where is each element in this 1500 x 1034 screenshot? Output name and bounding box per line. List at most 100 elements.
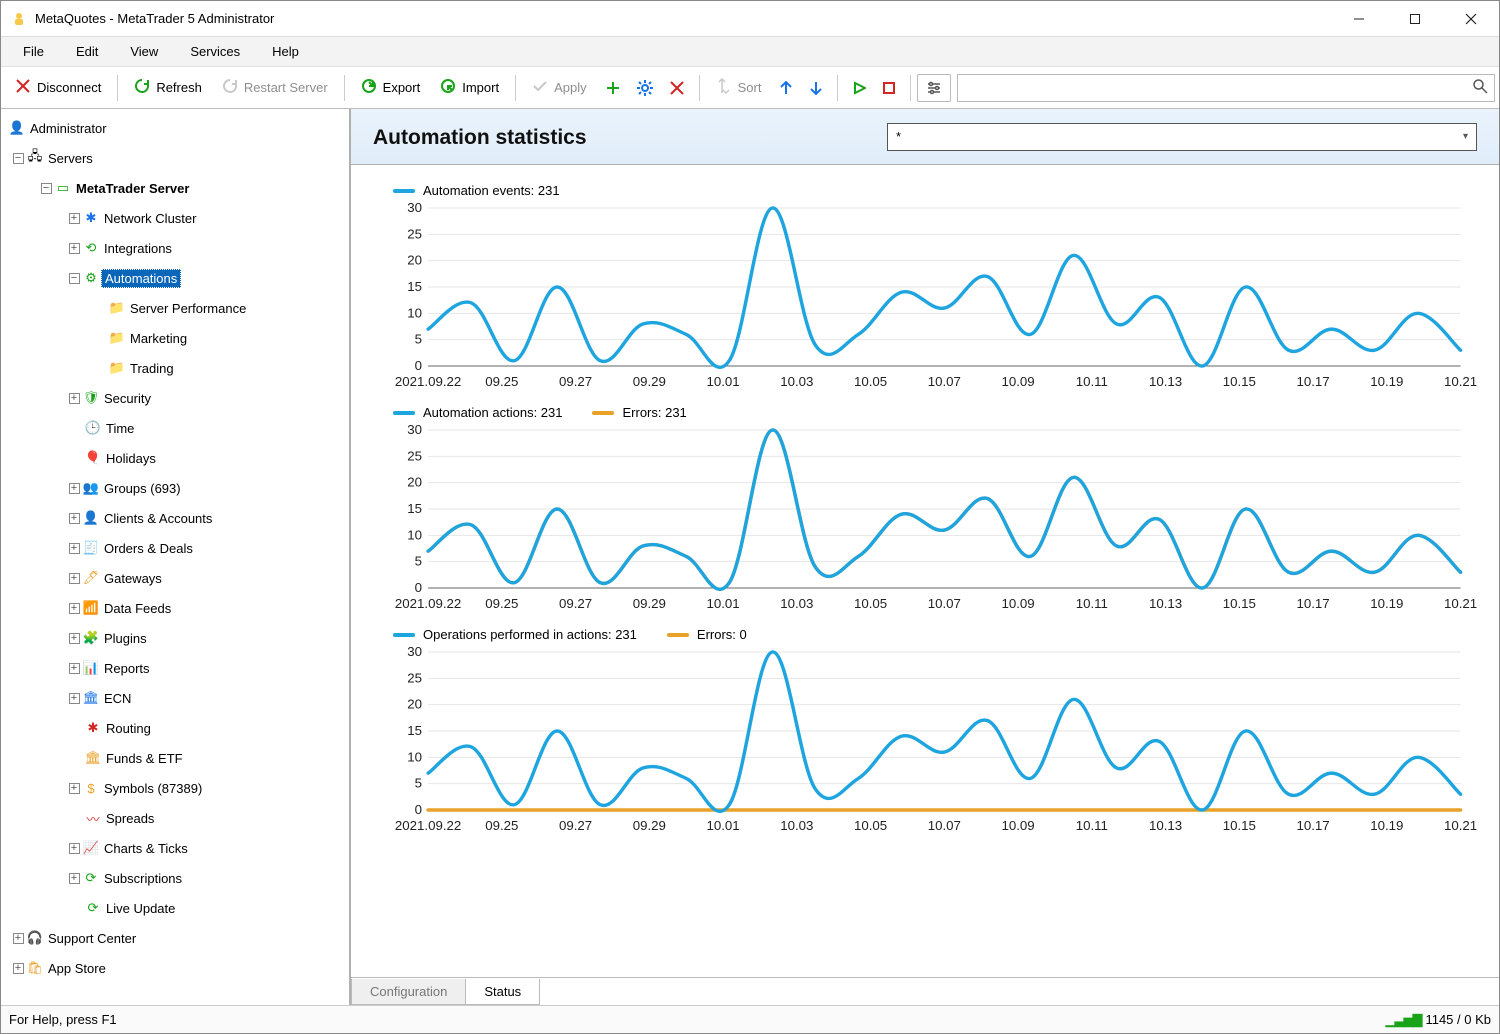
tree-label: Spreads: [103, 810, 157, 827]
move-down-button[interactable]: [801, 76, 831, 100]
run-button[interactable]: [844, 76, 874, 100]
tree-server-performance[interactable]: 📁Server Performance: [1, 293, 349, 323]
tree-network-cluster[interactable]: +✱Network Cluster: [1, 203, 349, 233]
check-icon: [532, 78, 548, 97]
expand-icon[interactable]: +: [67, 392, 81, 404]
cluster-icon: ✱: [81, 210, 101, 226]
routing-icon: ✱: [83, 720, 103, 736]
tree-security[interactable]: +🛡Security: [1, 383, 349, 413]
menu-view[interactable]: View: [114, 39, 174, 64]
toolbar: Disconnect Refresh Restart Server Export…: [1, 67, 1499, 109]
tree-plugins[interactable]: +🧩Plugins: [1, 623, 349, 653]
expand-icon[interactable]: +: [67, 482, 81, 494]
svg-text:10: 10: [407, 305, 422, 320]
maximize-button[interactable]: [1387, 1, 1443, 37]
close-button[interactable]: [1443, 1, 1499, 37]
expand-icon[interactable]: +: [67, 662, 81, 674]
svg-text:10.09: 10.09: [1001, 374, 1034, 389]
tree-support[interactable]: +🎧Support Center: [1, 923, 349, 953]
tree-time[interactable]: 🕒Time: [1, 413, 349, 443]
move-up-button[interactable]: [771, 76, 801, 100]
expand-icon[interactable]: +: [67, 632, 81, 644]
menu-file[interactable]: File: [7, 39, 60, 64]
expand-icon[interactable]: +: [11, 962, 25, 974]
svg-text:10.17: 10.17: [1296, 374, 1329, 389]
legend-item: Automation events: 231: [393, 183, 560, 198]
expand-icon[interactable]: +: [67, 572, 81, 584]
expand-icon[interactable]: +: [11, 932, 25, 944]
tree-charts[interactable]: +📈Charts & Ticks: [1, 833, 349, 863]
minimize-button[interactable]: [1331, 1, 1387, 37]
tab-status[interactable]: Status: [465, 979, 540, 1005]
svg-text:30: 30: [407, 646, 422, 659]
add-button[interactable]: [597, 75, 629, 101]
tree-holidays[interactable]: 🎈Holidays: [1, 443, 349, 473]
chart-block: Automation events: 2310510152025302021.0…: [377, 183, 1481, 395]
tree-marketing[interactable]: 📁Marketing: [1, 323, 349, 353]
expand-icon[interactable]: +: [67, 842, 81, 854]
search-box[interactable]: [957, 74, 1495, 102]
collapse-icon[interactable]: −: [67, 272, 81, 284]
tree-automations[interactable]: −⚙Automations: [1, 263, 349, 293]
tree-label: Time: [103, 420, 137, 437]
expand-icon[interactable]: +: [67, 512, 81, 524]
tree-groups[interactable]: +👥Groups (693): [1, 473, 349, 503]
disconnect-button[interactable]: Disconnect: [5, 73, 111, 102]
tree-label: Security: [101, 390, 154, 407]
delete-button[interactable]: [661, 75, 693, 101]
stop-button[interactable]: [874, 76, 904, 100]
navigation-tree[interactable]: 👤Administrator −🖧Servers −▭MetaTrader Se…: [1, 109, 351, 1005]
status-network: 1145 / 0 Kb: [1425, 1012, 1491, 1027]
legend-swatch: [667, 633, 689, 637]
svg-text:0: 0: [415, 580, 422, 595]
apply-label: Apply: [554, 80, 587, 95]
tree-metatrader-server[interactable]: −▭MetaTrader Server: [1, 173, 349, 203]
filter-dropdown[interactable]: * ▾: [887, 123, 1477, 151]
expand-icon[interactable]: +: [67, 782, 81, 794]
expand-icon[interactable]: +: [67, 692, 81, 704]
expand-icon[interactable]: +: [67, 542, 81, 554]
tab-configuration[interactable]: Configuration: [351, 979, 466, 1005]
tree-appstore[interactable]: +🛍App Store: [1, 953, 349, 983]
tree-servers[interactable]: −🖧Servers: [1, 143, 349, 173]
expand-icon[interactable]: +: [67, 212, 81, 224]
import-button[interactable]: Import: [430, 73, 509, 102]
tree-integrations[interactable]: +⟲Integrations: [1, 233, 349, 263]
tree-reports[interactable]: +📊Reports: [1, 653, 349, 683]
tree-label: Network Cluster: [101, 210, 199, 227]
tree-trading[interactable]: 📁Trading: [1, 353, 349, 383]
tree-symbols[interactable]: +$Symbols (87389): [1, 773, 349, 803]
tree-gateways[interactable]: +🖊Gateways: [1, 563, 349, 593]
tree-routing[interactable]: ✱Routing: [1, 713, 349, 743]
tree-ecn[interactable]: +🏛ECN: [1, 683, 349, 713]
tree-datafeeds[interactable]: +📶Data Feeds: [1, 593, 349, 623]
tree-funds[interactable]: 🏛Funds & ETF: [1, 743, 349, 773]
menu-services[interactable]: Services: [174, 39, 256, 64]
expand-icon[interactable]: +: [67, 242, 81, 254]
menu-help[interactable]: Help: [256, 39, 315, 64]
legend-label: Automation actions: 231: [423, 405, 562, 420]
tree-orders[interactable]: +🧾Orders & Deals: [1, 533, 349, 563]
svg-text:10.15: 10.15: [1223, 818, 1256, 833]
collapse-icon[interactable]: −: [39, 182, 53, 194]
expand-icon[interactable]: +: [67, 872, 81, 884]
svg-text:10.13: 10.13: [1149, 374, 1182, 389]
export-button[interactable]: Export: [351, 73, 431, 102]
menu-edit[interactable]: Edit: [60, 39, 114, 64]
tree-liveupdate[interactable]: ⟳Live Update: [1, 893, 349, 923]
search-input[interactable]: [958, 75, 1472, 101]
filter-settings-button[interactable]: [917, 74, 951, 102]
svg-text:2021.09.22: 2021.09.22: [395, 374, 461, 389]
expand-icon[interactable]: +: [67, 602, 81, 614]
collapse-icon[interactable]: −: [11, 152, 25, 164]
tree-administrator[interactable]: 👤Administrator: [1, 113, 349, 143]
refresh-button[interactable]: Refresh: [124, 73, 212, 102]
tree-clients[interactable]: +👤Clients & Accounts: [1, 503, 349, 533]
status-help: For Help, press F1: [9, 1012, 1385, 1027]
settings-button[interactable]: [629, 75, 661, 101]
tree-subscriptions[interactable]: +⟳Subscriptions: [1, 863, 349, 893]
svg-text:10.17: 10.17: [1296, 596, 1329, 611]
tree-spreads[interactable]: 〰Spreads: [1, 803, 349, 833]
legend-label: Operations performed in actions: 231: [423, 627, 637, 642]
svg-text:5: 5: [415, 776, 422, 791]
